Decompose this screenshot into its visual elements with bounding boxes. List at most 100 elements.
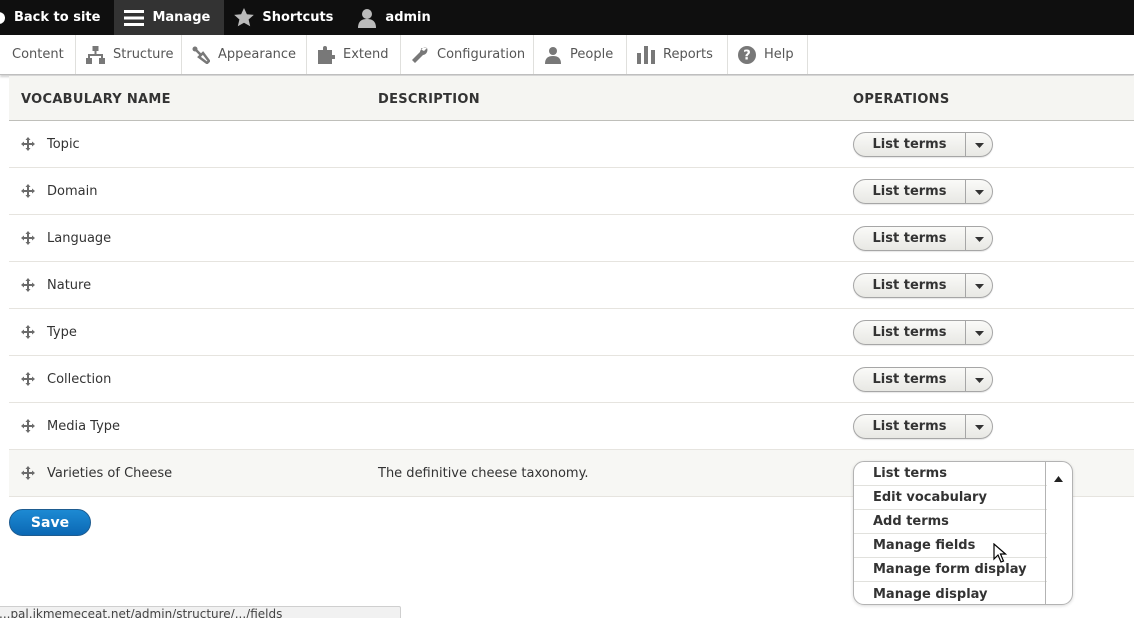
drag-handle-icon[interactable]	[21, 277, 35, 292]
dropbutton-toggle[interactable]	[966, 133, 992, 156]
dropbutton-toggle[interactable]	[966, 274, 992, 297]
operations-cell: List terms	[841, 178, 993, 204]
dropdown-item-manage-form-display[interactable]: Manage form display	[854, 558, 1047, 582]
vocabulary-name-cell: Topic	[9, 136, 366, 152]
operations-cell: List terms	[841, 225, 993, 251]
dropbutton-toggle[interactable]	[966, 180, 992, 203]
table-row: Language List terms	[9, 215, 1134, 262]
operations-dropbutton: List terms	[853, 178, 993, 204]
chevron-down-icon	[974, 278, 984, 293]
drag-handle-icon[interactable]	[21, 418, 35, 433]
tray-item-label: Structure	[113, 47, 174, 62]
vocabulary-table: VOCABULARY NAME DESCRIPTION OPERATIONS T…	[9, 76, 1134, 497]
operations-cell: List terms	[841, 319, 993, 345]
list-terms-button[interactable]: List terms	[854, 132, 966, 156]
shortcuts-tab[interactable]: Shortcuts	[224, 0, 347, 35]
operations-cell: List terms	[841, 131, 993, 157]
table-row: Type List terms	[9, 309, 1134, 356]
table-row: Topic List terms	[9, 121, 1134, 168]
list-terms-button[interactable]: List terms	[854, 367, 966, 391]
dropdown-item-add-terms[interactable]: Add terms	[854, 510, 1047, 534]
dropbutton-toggle[interactable]	[966, 321, 992, 344]
mouse-cursor-icon	[993, 542, 1008, 567]
manage-label: Manage	[152, 10, 211, 25]
dropdown-collapse-toggle[interactable]	[1045, 462, 1072, 604]
tray-item-label: Content	[12, 47, 64, 62]
header-operations: OPERATIONS	[853, 91, 950, 107]
table-header: VOCABULARY NAME DESCRIPTION OPERATIONS	[9, 76, 1134, 121]
drag-handle-icon[interactable]	[21, 183, 35, 198]
drag-handle-icon[interactable]	[21, 371, 35, 386]
user-label: admin	[385, 10, 431, 25]
tray-item-help[interactable]: ? Help	[728, 35, 808, 74]
table-row: Collection List terms	[9, 356, 1134, 403]
manage-tab[interactable]: Manage	[114, 0, 225, 35]
dropdown-item-list-terms[interactable]: List terms	[854, 462, 1047, 486]
admin-toolbar: Back to site Manage Shortcuts admin	[0, 0, 1134, 35]
vocabulary-name-cell: Language	[9, 230, 366, 246]
table-row: Domain List terms	[9, 168, 1134, 215]
table-row: Nature List terms	[9, 262, 1134, 309]
vocabulary-name-cell: Type	[9, 324, 366, 340]
dropbutton-toggle[interactable]	[966, 368, 992, 391]
tray-item-label: Appearance	[218, 47, 297, 62]
tray-item-people[interactable]: People	[534, 35, 627, 74]
tray-item-label: Configuration	[437, 47, 526, 62]
drag-handle-icon[interactable]	[21, 465, 35, 480]
vocabulary-name: Topic	[47, 136, 80, 152]
operations-dropbutton: List terms	[853, 131, 993, 157]
vocabulary-name: Language	[47, 230, 112, 246]
wrench-icon	[411, 46, 429, 64]
operations-dropdown-menu: List terms Edit vocabulary Add terms Man…	[853, 461, 1073, 605]
vocabulary-name: Collection	[47, 371, 112, 387]
vocabulary-name: Type	[47, 324, 77, 340]
table-row: Media Type List terms	[9, 403, 1134, 450]
dropbutton-toggle[interactable]	[966, 227, 992, 250]
dropdown-item-manage-fields[interactable]: Manage fields	[854, 534, 1047, 558]
tray-item-reports[interactable]: Reports	[627, 35, 728, 74]
tray-item-content[interactable]: Content	[0, 35, 76, 74]
vocabulary-name-cell: Media Type	[9, 418, 366, 434]
tray-item-appearance[interactable]: Appearance	[182, 35, 307, 74]
dropdown-item-manage-display[interactable]: Manage display	[854, 582, 1047, 604]
tray-item-structure[interactable]: Structure	[76, 35, 182, 74]
dropdown-item-edit-vocabulary[interactable]: Edit vocabulary	[854, 486, 1047, 510]
vocabulary-name-cell: Varieties of Cheese	[9, 465, 366, 481]
tray-item-configuration[interactable]: Configuration	[401, 35, 534, 74]
back-to-site-link[interactable]: Back to site	[0, 0, 114, 35]
operations-dropbutton: List terms	[853, 272, 993, 298]
dropbutton-toggle[interactable]	[966, 415, 992, 438]
list-terms-button[interactable]: List terms	[854, 179, 966, 203]
home-icon	[0, 11, 6, 25]
operations-cell: List terms	[841, 413, 993, 439]
people-icon	[544, 46, 562, 64]
list-terms-button[interactable]: List terms	[854, 226, 966, 250]
save-button[interactable]: Save	[9, 509, 91, 536]
extend-icon	[317, 45, 335, 64]
drag-handle-icon[interactable]	[21, 230, 35, 245]
status-bar-url: ...pal.ikmemeceat.net/admin/structure/..…	[0, 606, 401, 618]
shortcuts-label: Shortcuts	[262, 10, 334, 25]
drag-handle-icon[interactable]	[21, 324, 35, 339]
operations-dropbutton: List terms	[853, 319, 993, 345]
list-terms-button[interactable]: List terms	[854, 414, 966, 438]
vocabulary-name: Domain	[47, 183, 98, 199]
chevron-down-icon	[974, 184, 984, 199]
operations-cell: List terms	[841, 272, 993, 298]
list-terms-button[interactable]: List terms	[854, 273, 966, 297]
tray-item-label: Extend	[343, 47, 389, 62]
tray-item-label: People	[570, 47, 614, 62]
user-tab[interactable]: admin	[347, 0, 444, 35]
appearance-icon	[192, 46, 210, 64]
operations-dropbutton: List terms	[853, 225, 993, 251]
hamburger-icon	[124, 9, 145, 26]
chevron-down-icon	[974, 372, 984, 387]
arrow-up-icon	[1054, 471, 1063, 486]
reports-icon	[637, 45, 655, 64]
operations-dropbutton: List terms	[853, 366, 993, 392]
drag-handle-icon[interactable]	[21, 136, 35, 151]
list-terms-button[interactable]: List terms	[854, 320, 966, 344]
chevron-down-icon	[974, 231, 984, 246]
tray-item-extend[interactable]: Extend	[307, 35, 401, 74]
operations-dropbutton: List terms	[853, 413, 993, 439]
